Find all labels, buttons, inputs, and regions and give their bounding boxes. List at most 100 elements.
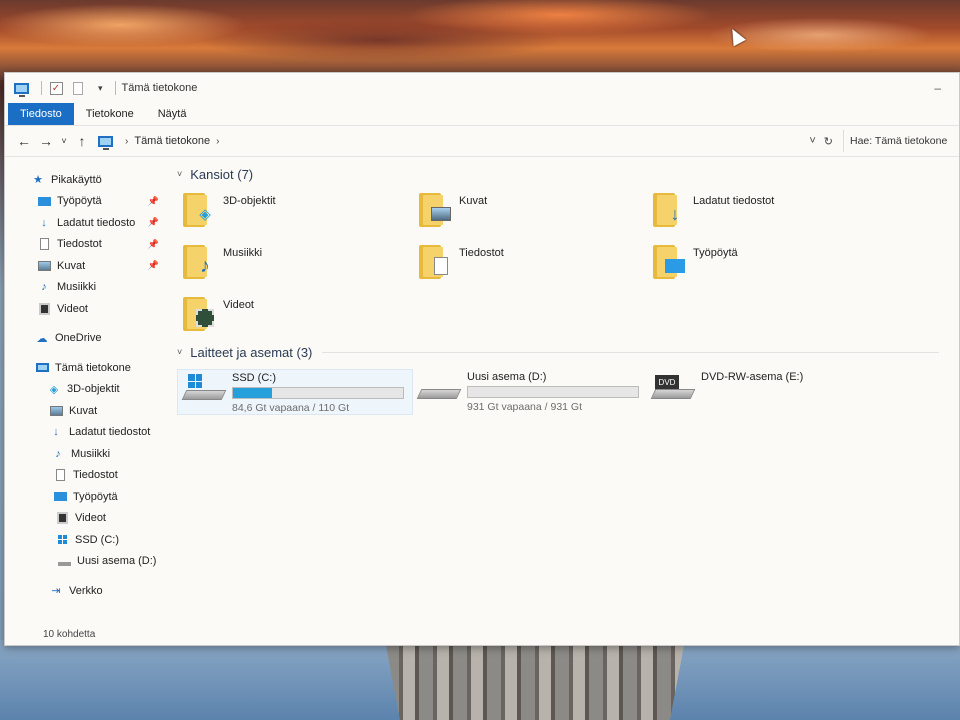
nav-pc-desktop[interactable]: Työpöytä [5,486,165,508]
folder-label: Tiedostot [459,247,504,259]
nav-quick-videos[interactable]: Videot [5,298,165,320]
pin-icon[interactable]: 📌 [148,239,159,250]
drive-icon [57,555,71,567]
forward-arrow-icon[interactable]: → [35,133,57,149]
pictures-icon [49,405,63,417]
nav-pc-3d-objects[interactable]: ◈ 3D-objektit [5,379,165,401]
search-input[interactable]: Hae: Tämä tietokone [843,130,951,152]
nav-pc-music[interactable]: ♪ Musiikki [5,443,165,465]
breadcrumb-this-pc[interactable]: Tämä tietokone [134,135,210,147]
folder-downloads[interactable]: ↓ Ladatut tiedostot [647,191,883,233]
nav-label: Tiedostot [57,238,102,251]
tab-tietokone[interactable]: Tietokone [74,103,146,125]
drive-label: DVD-RW-asema (E:) [701,371,804,383]
desktop-icon [53,491,67,503]
videos-icon [55,512,69,525]
nav-label: Tiedostot [73,469,118,482]
group-header-devices[interactable]: ˅ Laitteet ja asemat (3) [177,341,959,363]
breadcrumb-chevron-icon[interactable]: › [216,136,219,147]
download-icon: ↓ [653,191,685,227]
group-header-folders[interactable]: ˅ Kansiot (7) [177,163,959,185]
drive-d[interactable]: Uusi asema (D:) 931 Gt vapaana / 931 Gt [413,369,647,415]
group-title: Kansiot (7) [190,166,254,182]
nav-quick-access[interactable]: ★ Pikakäyttö [5,169,165,191]
customize-qat-icon[interactable]: ▾ [98,83,103,94]
music-icon: ♪ [183,243,215,279]
folder-label: Työpöytä [693,247,738,259]
folder-documents[interactable]: Tiedostot [413,243,647,285]
up-arrow-icon[interactable]: ↑ [71,133,93,149]
folder-label: 3D-objektit [223,195,276,207]
refresh-icon[interactable]: ↻ [824,135,833,148]
nav-pc-videos[interactable]: Videot [5,508,165,530]
tab-nayta[interactable]: Näytä [146,103,199,125]
folder-label: Ladatut tiedostot [693,195,775,207]
folder-pictures[interactable]: Kuvat [413,191,647,233]
nav-pc-documents[interactable]: Tiedostot [5,465,165,487]
folder-videos[interactable]: Videot [177,295,413,337]
nav-quick-music[interactable]: ♪ Musiikki [5,277,165,299]
folder-desktop[interactable]: Työpöytä [647,243,883,285]
explorer-body: ★ Pikakäyttö Työpöytä 📌 ↓ Ladatut tiedos… [5,157,959,643]
nav-label: Verkko [69,584,103,597]
nav-pc-pictures[interactable]: Kuvat [5,400,165,422]
drive-dvd-e[interactable]: DVD DVD-RW-asema (E:) [647,369,883,415]
music-icon: ♪ [55,447,61,460]
minimize-button[interactable]: – [934,81,941,95]
nav-quick-desktop[interactable]: Työpöytä 📌 [5,191,165,213]
download-icon: ↓ [41,216,47,229]
nav-label: Ladatut tiedostot [69,426,151,439]
new-folder-icon[interactable] [70,81,86,95]
breadcrumb-chevron-icon[interactable]: › [125,136,128,147]
nav-onedrive[interactable]: ☁ OneDrive [5,328,165,350]
properties-icon[interactable]: ✓ [48,81,64,95]
nav-label: Uusi asema (D:) [77,555,157,568]
drive-label: SSD (C:) [232,372,276,384]
nav-quick-documents[interactable]: Tiedostot 📌 [5,234,165,256]
pin-icon[interactable]: 📌 [148,217,159,228]
videos-icon [37,302,51,315]
address-dropdown-icon[interactable]: ˅ [809,135,815,147]
drive-free-space: 931 Gt vapaana / 931 Gt [467,401,582,413]
folder-label: Kuvat [459,195,488,207]
pin-icon[interactable]: 📌 [148,260,159,271]
network-icon: ⇥ [51,585,61,598]
tab-tiedosto[interactable]: Tiedosto [8,103,74,125]
pictures-icon [37,260,51,272]
chevron-down-icon[interactable]: ˅ [177,169,182,179]
chevron-down-icon[interactable]: ˅ [177,347,182,357]
address-bar[interactable]: › Tämä tietokone › [93,130,809,152]
documents-icon [53,469,67,482]
folder-3d-objects[interactable]: ◈ 3D-objektit [177,191,413,233]
nav-label: Ladatut tiedosto [57,216,136,229]
nav-network[interactable]: ⇥ Verkko [5,580,165,602]
nav-quick-pictures[interactable]: Kuvat 📌 [5,255,165,277]
drive-ssd-c[interactable]: SSD (C:) 84,6 Gt vapaana / 110 Gt [177,369,413,415]
nav-label: Musiikki [57,281,97,294]
navigation-pane: ★ Pikakäyttö Työpöytä 📌 ↓ Ladatut tiedos… [5,157,165,643]
drive-usage-bar [232,387,404,399]
3d-objects-icon: ◈ [183,191,215,227]
cloud-icon: ☁ [36,332,48,345]
nav-pc-downloads[interactable]: ↓ Ladatut tiedostot [5,422,165,444]
windows-drive-icon [181,372,227,402]
window-title: Tämä tietokone [121,82,198,94]
nav-pc-ssd-c[interactable]: SSD (C:) [5,529,165,551]
qat-separator [114,81,116,95]
desktop-icon [653,243,685,279]
this-pc-icon [13,82,29,97]
nav-pc-drive-d[interactable]: Uusi asema (D:) [5,551,165,573]
nav-quick-downloads[interactable]: ↓ Ladatut tiedosto 📌 [5,212,165,234]
download-icon: ↓ [53,426,59,439]
drive-usage-fill [233,388,273,398]
nav-this-pc[interactable]: Tämä tietokone [5,357,165,379]
videos-icon [183,295,215,331]
address-row: ← → ˅ ↑ › Tämä tietokone › ˅ ↻ Hae: Tämä… [5,125,959,157]
content-area: ˅ Kansiot (7) ◈ 3D-objektit Kuvat ↓ Lada… [165,157,959,643]
back-arrow-icon[interactable]: ← [13,133,35,149]
recent-locations-icon[interactable]: ˅ [57,136,71,146]
wallpaper-pier [385,640,685,720]
nav-label: OneDrive [55,332,102,345]
pin-icon[interactable]: 📌 [148,196,159,207]
folder-music[interactable]: ♪ Musiikki [177,243,413,285]
